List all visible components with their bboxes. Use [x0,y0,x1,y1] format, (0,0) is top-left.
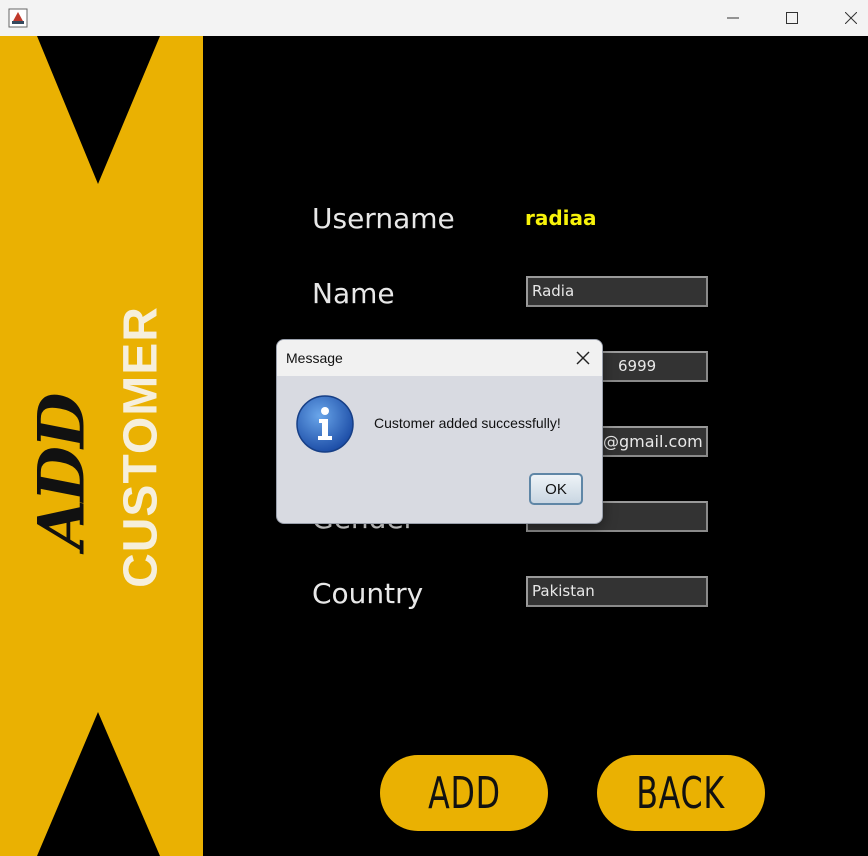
sidebar-panel: ADD CUSTOMER [0,36,203,856]
minimize-icon[interactable] [710,0,756,36]
username-value: radiaa [525,206,597,230]
java-app-icon [8,8,28,28]
back-button[interactable]: BACK [597,755,765,831]
add-button[interactable]: ADD [380,755,548,831]
country-label: Country [312,577,424,610]
name-field[interactable]: Radia [526,276,708,307]
add-button-label: ADD [427,767,501,819]
country-field[interactable]: Pakistan [526,576,708,607]
name-label: Name [312,277,395,310]
maximize-icon[interactable] [769,0,815,36]
dialog-message: Customer added successfully! [374,415,561,431]
dialog-title: Message [286,350,343,366]
sidebar-customer-text: CUSTOMER [114,306,168,588]
username-label: Username [312,202,455,235]
message-dialog: Message Customer added successfully! OK [276,339,603,524]
email-value: @gmail.com [603,432,703,451]
info-icon [295,394,355,454]
sidebar-add-text: ADD [24,394,100,550]
close-icon[interactable] [828,0,868,36]
phone-value: 6999 [618,357,657,375]
ok-button[interactable]: OK [529,473,583,505]
back-button-label: BACK [636,767,726,819]
close-icon[interactable] [574,349,592,367]
dialog-titlebar: Message [277,340,602,376]
window-titlebar [0,0,868,36]
